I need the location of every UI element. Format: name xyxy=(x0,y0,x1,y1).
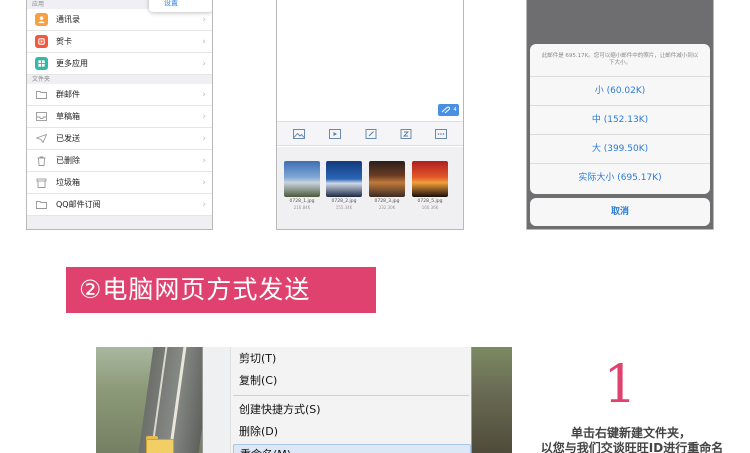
context-menu: 剪切(T) 复制(C) 创建快捷方式(S) 删除(D) 重命名(M) xyxy=(202,347,472,453)
thumbnail-filesize: 155.34K xyxy=(335,205,353,210)
step-number: 1 xyxy=(603,355,637,415)
list-item-label: 通讯录 xyxy=(56,15,80,24)
list-item-label: 草稿箱 xyxy=(56,112,80,121)
desktop-wallpaper xyxy=(472,347,512,453)
sent-icon xyxy=(35,132,48,145)
list-item-label: 贺卡 xyxy=(56,37,72,46)
list-item-deleted[interactable]: 已删除 › xyxy=(27,150,212,172)
video-icon[interactable] xyxy=(329,129,341,139)
size-option-large[interactable]: 大 (399.50K) xyxy=(530,135,710,164)
list-item-qq-subscription[interactable]: QQ邮件订阅 › xyxy=(27,194,212,216)
folder-icon xyxy=(35,198,48,211)
attachment-button[interactable]: 4 xyxy=(438,104,459,116)
section-banner: ②电脑网页方式发送 xyxy=(66,267,376,313)
menu-separator xyxy=(233,395,469,396)
context-menu-icon-gutter xyxy=(203,347,231,453)
drafts-icon xyxy=(35,110,48,123)
section-header-folders: 文件夹 xyxy=(27,75,212,84)
menu-item-create-shortcut[interactable]: 创建快捷方式(S) xyxy=(233,400,471,420)
thumbnail-image[interactable] xyxy=(412,161,448,197)
more-icon[interactable] xyxy=(435,129,447,139)
list-item-label: 垃圾箱 xyxy=(56,178,80,187)
thumbnail-filename: 0728_5.jpg xyxy=(417,199,443,204)
thumbnail-filesize: 216.84K xyxy=(293,205,311,210)
trash-icon xyxy=(35,154,48,167)
thumbnail-filesize: 166.36K xyxy=(421,205,439,210)
thumbnail-image[interactable] xyxy=(326,161,362,197)
sheet-message: 此邮件是 695.17K。您可以缩小邮件中的照片，让邮件减小到以下大小。 xyxy=(530,44,710,77)
size-option-small[interactable]: 小 (60.02K) xyxy=(530,77,710,106)
chevron-right-icon: › xyxy=(202,199,206,210)
chevron-right-icon: › xyxy=(202,111,206,122)
thumbnail-image[interactable] xyxy=(284,161,320,197)
spam-icon xyxy=(35,176,48,189)
more-apps-icon xyxy=(35,57,48,70)
folder-icon xyxy=(35,88,48,101)
settings-label: 设置 xyxy=(164,0,178,7)
chevron-right-icon: › xyxy=(202,89,206,100)
list-item-spam[interactable]: 垃圾箱 › xyxy=(27,172,212,194)
chevron-right-icon: › xyxy=(202,155,206,166)
menu-item-rename[interactable]: 重命名(M) xyxy=(233,444,471,453)
image-icon[interactable] xyxy=(293,129,305,139)
desktop-context-menu-screenshot: 剪切(T) 复制(C) 创建快捷方式(S) 删除(D) 重命名(M) xyxy=(96,347,512,453)
list-item-more-apps[interactable]: 更多应用 › xyxy=(27,53,212,75)
greeting-card-icon xyxy=(35,35,48,48)
thumbnail-filename: 0728_2.jpg xyxy=(331,199,357,204)
list-item-label: 已发送 xyxy=(56,134,80,143)
edit-icon[interactable] xyxy=(365,129,377,139)
cancel-button[interactable]: 取消 xyxy=(530,198,710,226)
action-sheet: 此邮件是 695.17K。您可以缩小邮件中的照片，让邮件减小到以下大小。 小 (… xyxy=(530,44,710,194)
chevron-right-icon: › xyxy=(202,133,206,144)
attachment-thumbnails: 0728_1.jpg 216.84K 0728_2.jpg 155.34K 07… xyxy=(277,147,463,229)
doc-icon[interactable] xyxy=(400,129,412,139)
attachment-count: 4 xyxy=(453,107,457,113)
thumbnail-filename: 0728_1.jpg xyxy=(289,199,315,204)
chevron-right-icon: › xyxy=(202,177,206,188)
list-item-contacts[interactable]: 通讯录 › xyxy=(27,9,212,31)
compose-mail-screenshot: 4 0728_1.jpg 216.84K 0728_2.jpg 155.34K … xyxy=(276,0,464,230)
size-option-medium[interactable]: 中 (152.13K) xyxy=(530,106,710,135)
contacts-icon xyxy=(35,13,48,26)
thumbnail-filesize: 232.30K xyxy=(378,205,396,210)
compose-toolbar xyxy=(277,121,463,146)
menu-item-copy[interactable]: 复制(C) xyxy=(233,371,471,391)
thumbnail-image[interactable] xyxy=(369,161,405,197)
list-item-label: 群邮件 xyxy=(56,90,80,99)
image-size-sheet-screenshot: 此邮件是 695.17K。您可以缩小邮件中的照片，让邮件减小到以下大小。 小 (… xyxy=(526,0,714,230)
mail-folders-screenshot: 应用 通讯录 › 贺卡 › 更多应用 › 文件夹 群邮件 › 草稿箱 › 已发送… xyxy=(26,0,213,230)
paperclip-icon xyxy=(442,106,451,114)
chevron-right-icon: › xyxy=(202,36,206,47)
menu-item-cut[interactable]: 剪切(T) xyxy=(233,349,471,369)
size-option-actual[interactable]: 实际大小 (695.17K) xyxy=(530,164,710,193)
chevron-right-icon: › xyxy=(202,14,206,25)
list-item-label: QQ邮件订阅 xyxy=(56,200,101,209)
chevron-right-icon: › xyxy=(202,58,206,69)
list-item-label: 已删除 xyxy=(56,156,80,165)
list-item-drafts[interactable]: 草稿箱 › xyxy=(27,106,212,128)
settings-popup[interactable]: 设置 xyxy=(149,0,212,12)
new-folder-icon[interactable] xyxy=(146,439,174,453)
step-instruction-line2: 以您与我们交谈旺旺ID进行重命名 xyxy=(540,441,724,453)
list-item-sent[interactable]: 已发送 › xyxy=(27,128,212,150)
list-item-greeting-card[interactable]: 贺卡 › xyxy=(27,31,212,53)
thumbnail-filename: 0728_3.jpg xyxy=(374,199,400,204)
list-item-label: 更多应用 xyxy=(56,59,88,68)
menu-item-delete[interactable]: 删除(D) xyxy=(233,422,471,442)
list-item-group-mail[interactable]: 群邮件 › xyxy=(27,84,212,106)
